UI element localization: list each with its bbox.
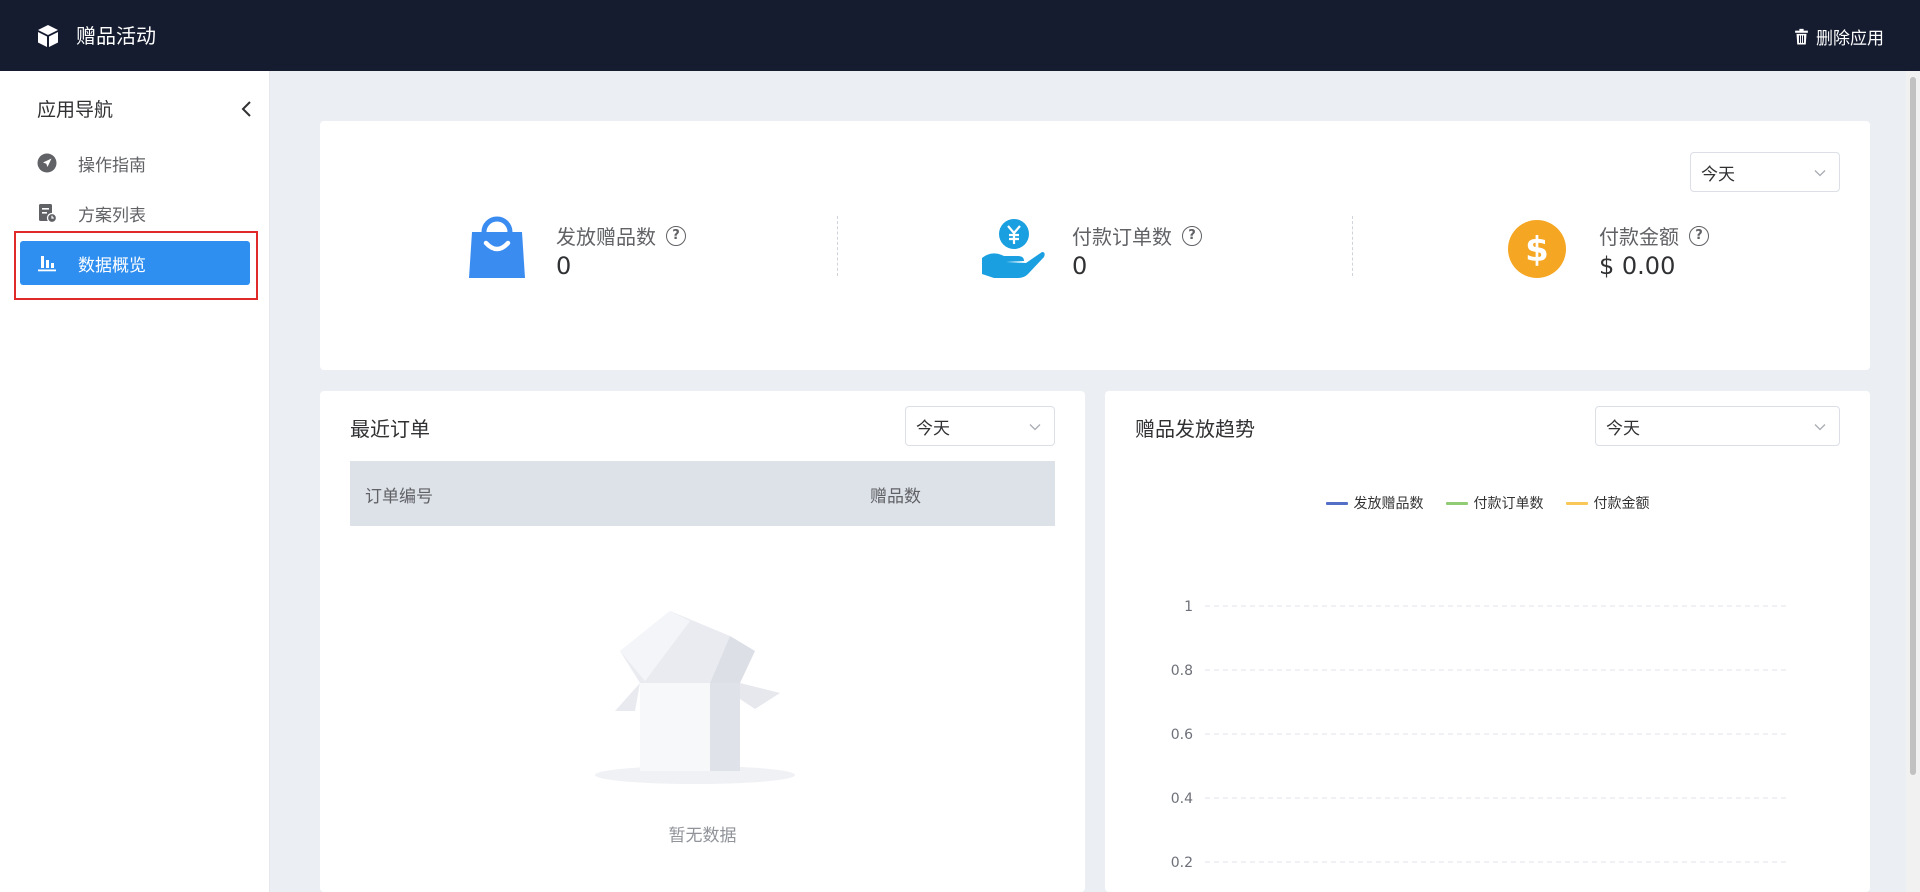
- legend-label: 发放赠品数: [1353, 496, 1424, 512]
- page-scrollbar[interactable]: [1906, 71, 1920, 892]
- help-icon[interactable]: ?: [666, 225, 686, 246]
- dollar-coin-icon: $: [1508, 220, 1566, 278]
- chevron-down-icon: [1814, 170, 1826, 177]
- y-tick-label: 0.8: [1171, 663, 1193, 679]
- sidebar-item-guide[interactable]: 操作指南: [20, 141, 250, 185]
- sidebar-title: 应用导航: [37, 99, 114, 121]
- column-header: 订单编号: [365, 487, 433, 507]
- sidebar-item-label: 方案列表: [78, 205, 146, 226]
- help-icon[interactable]: ?: [1689, 225, 1709, 246]
- y-tick-label: 0.4: [1171, 791, 1193, 807]
- trash-icon: [1795, 28, 1808, 44]
- legend-item[interactable]: 发放赠品数: [1325, 493, 1424, 513]
- navigation-arrow-icon: [36, 152, 58, 174]
- table-header: 订单编号 赠品数: [350, 461, 1055, 526]
- divider: [837, 216, 838, 276]
- stat-value: 0: [556, 252, 572, 280]
- y-tick-label: 0.2: [1171, 855, 1193, 871]
- legend-item[interactable]: 付款订单数: [1445, 493, 1544, 513]
- empty-box-icon: [595, 611, 795, 784]
- legend-swatch: [1325, 501, 1348, 505]
- orders-period-select[interactable]: 今天: [905, 406, 1055, 446]
- divider: [1352, 216, 1353, 276]
- legend-label: 付款订单数: [1473, 496, 1544, 512]
- sidebar-item-label: 数据概览: [78, 255, 146, 276]
- recent-orders-card: 最近订单 今天 订单编号 赠品数 暂无数据: [320, 391, 1085, 892]
- legend-swatch: [1445, 501, 1468, 505]
- chevron-left-icon[interactable]: [238, 97, 256, 121]
- select-value: 今天: [1606, 418, 1640, 439]
- stats-period-select[interactable]: 今天: [1690, 152, 1840, 192]
- chevron-down-icon: [1814, 424, 1826, 431]
- bar-chart-icon: [36, 252, 58, 274]
- sidebar: 应用导航 操作指南 方案列表 数据概览: [0, 71, 270, 892]
- delete-app-label: 删除应用: [1816, 28, 1884, 49]
- trend-period-select[interactable]: 今天: [1595, 406, 1840, 446]
- stat-label: 付款订单数: [1072, 225, 1172, 249]
- cube-icon: [38, 25, 58, 47]
- svg-text:$: $: [1525, 230, 1549, 270]
- legend-swatch: [1565, 501, 1588, 505]
- sidebar-item-plans[interactable]: 方案列表: [20, 191, 250, 235]
- empty-state-text: 暂无数据: [668, 826, 737, 846]
- y-tick-label: 1: [1184, 599, 1193, 615]
- document-list-icon: [36, 202, 58, 224]
- stat-label: 发放赠品数: [556, 225, 656, 249]
- help-icon[interactable]: ?: [1182, 225, 1202, 246]
- select-value: 今天: [916, 418, 950, 439]
- app-title: 赠品活动: [76, 24, 156, 48]
- select-value: 今天: [1701, 164, 1735, 185]
- delete-app-button[interactable]: 删除应用: [1793, 22, 1884, 50]
- hand-yuan-icon: [982, 219, 1045, 278]
- sidebar-item-label: 操作指南: [78, 155, 146, 176]
- card-title: 最近订单: [350, 417, 430, 441]
- stats-card: 今天 发放赠品数 ? 0 付款订单数 ? 0 $ 付款金额 ? $ 0.00: [320, 121, 1870, 370]
- chart-legend: 发放赠品数 付款订单数 付款金额: [1105, 493, 1870, 513]
- legend-item[interactable]: 付款金额: [1565, 493, 1650, 513]
- card-title: 赠品发放趋势: [1135, 417, 1255, 441]
- sidebar-item-data-overview[interactable]: 数据概览: [20, 241, 250, 285]
- trend-line-chart: 1 0.8 0.6 0.4 0.2: [1171, 599, 1790, 871]
- legend-label: 付款金额: [1593, 496, 1650, 512]
- shopping-bag-icon: [469, 216, 525, 278]
- stat-label: 付款金额: [1599, 225, 1679, 249]
- stat-value: 0: [1072, 252, 1088, 280]
- gift-trend-card: 赠品发放趋势 今天 发放赠品数 付款订单数 付款金额 1 0.8 0.6 0.4 0.2: [1105, 391, 1870, 892]
- chevron-down-icon: [1029, 424, 1041, 431]
- stat-value: $ 0.00: [1599, 252, 1676, 280]
- scrollbar-thumb[interactable]: [1910, 77, 1916, 775]
- top-bar: 赠品活动 删除应用: [0, 0, 1920, 71]
- y-tick-label: 0.6: [1171, 727, 1193, 743]
- column-header: 赠品数: [870, 487, 921, 507]
